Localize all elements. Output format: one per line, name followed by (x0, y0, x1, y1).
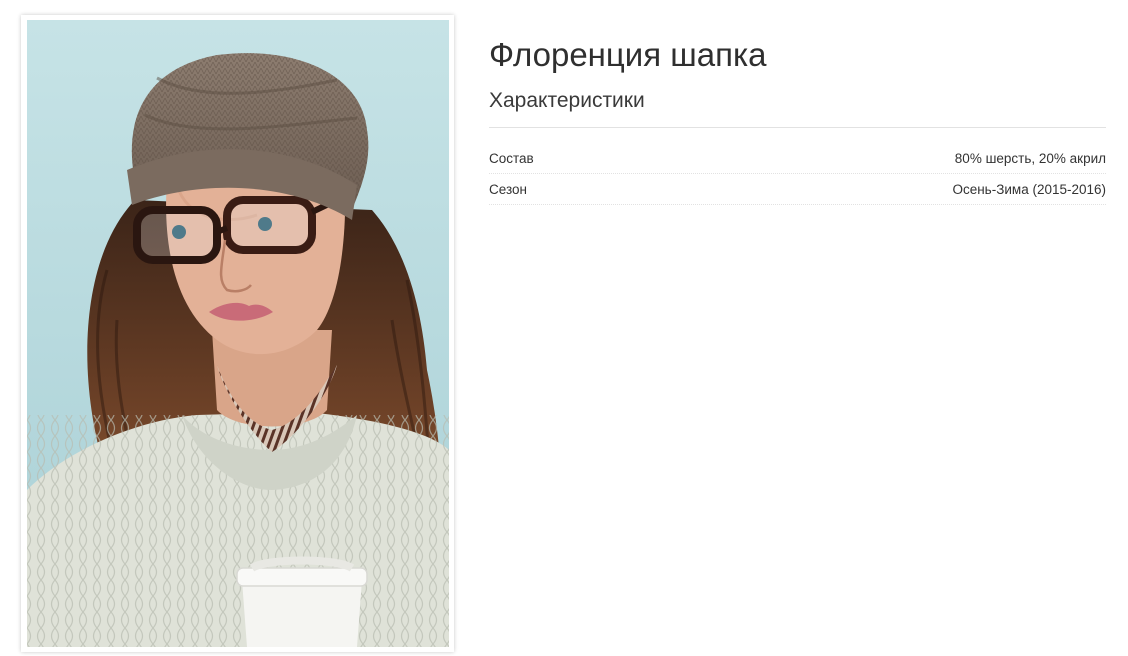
spec-row-composition: Состав 80% шерсть, 20% акрил (489, 143, 1106, 174)
spec-value: 80% шерсть, 20% акрил (954, 150, 1106, 166)
spec-row-season: Сезон Осень-Зима (2015-2016) (489, 174, 1106, 205)
characteristics-heading: Характеристики (489, 89, 645, 112)
spec-label: Состав (489, 150, 534, 166)
product-photo-frame[interactable] (21, 15, 454, 652)
product-title: Флоренция шапка (489, 36, 767, 73)
spec-label: Сезон (489, 181, 527, 197)
heading-divider (489, 127, 1106, 128)
product-photo[interactable] (27, 20, 449, 647)
specs-list: Состав 80% шерсть, 20% акрил Сезон Осень… (489, 143, 1106, 205)
spec-value: Осень-Зима (2015-2016) (952, 181, 1106, 197)
